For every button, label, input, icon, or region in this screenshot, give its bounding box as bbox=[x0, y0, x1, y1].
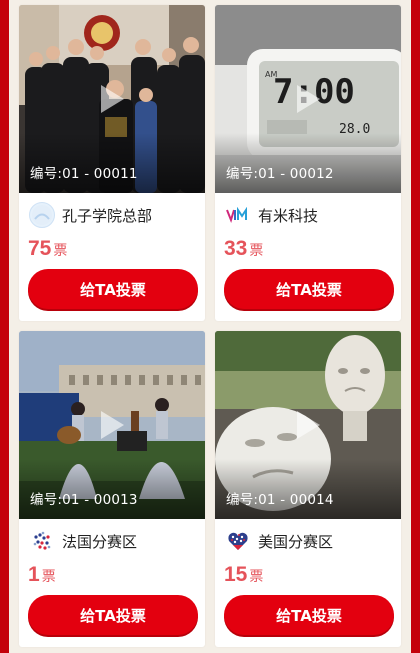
organization-row: 美国分赛区 bbox=[215, 519, 401, 563]
entry-code: 编号:01 - 00014 bbox=[226, 492, 334, 508]
vote-number: 1 bbox=[28, 563, 40, 586]
video-thumbnail[interactable]: 7:00 AM 28.0 编号:01 - 00012 bbox=[215, 5, 401, 193]
vote-count: 15 票 bbox=[215, 563, 401, 593]
entry-code: 编号:01 - 00013 bbox=[30, 492, 138, 508]
usa-division-logo-icon bbox=[225, 528, 251, 554]
entry-code: 编号:01 - 00011 bbox=[30, 166, 138, 182]
organization-row: 法国分赛区 bbox=[19, 519, 205, 563]
organization-name: 美国分赛区 bbox=[258, 532, 334, 551]
vote-unit: 票 bbox=[249, 569, 264, 585]
left-frame-border bbox=[0, 0, 9, 653]
play-icon[interactable] bbox=[99, 84, 125, 114]
vote-number: 15 bbox=[224, 563, 248, 586]
vote-unit: 票 bbox=[41, 569, 56, 585]
vote-button[interactable]: 给TA投票 bbox=[28, 595, 198, 635]
vote-number: 33 bbox=[224, 237, 248, 260]
confucius-institute-logo-icon bbox=[29, 202, 55, 228]
vote-button[interactable]: 给TA投票 bbox=[224, 269, 394, 309]
vote-unit: 票 bbox=[249, 243, 264, 259]
entry-card: 编号:01 - 00011 孔子学院总部 75 票 给TA投票 bbox=[19, 5, 205, 321]
vote-number: 75 bbox=[28, 237, 52, 260]
play-icon[interactable] bbox=[295, 84, 321, 114]
vote-button[interactable]: 给TA投票 bbox=[224, 595, 394, 635]
vote-count: 75 票 bbox=[19, 237, 205, 267]
youmi-logo-icon bbox=[225, 202, 251, 228]
right-frame-border bbox=[411, 0, 420, 653]
vote-count: 1 票 bbox=[19, 563, 205, 593]
organization-name: 法国分赛区 bbox=[62, 532, 138, 551]
vote-button[interactable]: 给TA投票 bbox=[28, 269, 198, 309]
video-thumbnail[interactable]: 编号:01 - 00013 bbox=[19, 331, 205, 519]
play-icon[interactable] bbox=[295, 410, 321, 440]
vote-count: 33 票 bbox=[215, 237, 401, 267]
vote-unit: 票 bbox=[53, 243, 68, 259]
card-grid: 编号:01 - 00011 孔子学院总部 75 票 给TA投票 7:00 AM … bbox=[9, 0, 411, 653]
play-icon[interactable] bbox=[99, 410, 125, 440]
video-thumbnail[interactable]: 编号:01 - 00014 bbox=[215, 331, 401, 519]
entry-card: 编号:01 - 00014 美国分赛区 15 票 给TA投票 bbox=[215, 331, 401, 647]
organization-name: 孔子学院总部 bbox=[62, 206, 153, 225]
organization-row: 有米科技 bbox=[215, 193, 401, 237]
organization-row: 孔子学院总部 bbox=[19, 193, 205, 237]
entry-card: 编号:01 - 00013 法国分赛区 1 票 给TA投票 bbox=[19, 331, 205, 647]
video-thumbnail[interactable]: 编号:01 - 00011 bbox=[19, 5, 205, 193]
organization-name: 有米科技 bbox=[258, 206, 319, 225]
france-division-logo-icon bbox=[29, 528, 55, 554]
entry-code: 编号:01 - 00012 bbox=[226, 166, 334, 182]
entry-card: 7:00 AM 28.0 编号:01 - 00012 有米科技 33 票 给TA… bbox=[215, 5, 401, 321]
svg-text:AM: AM bbox=[265, 70, 277, 79]
